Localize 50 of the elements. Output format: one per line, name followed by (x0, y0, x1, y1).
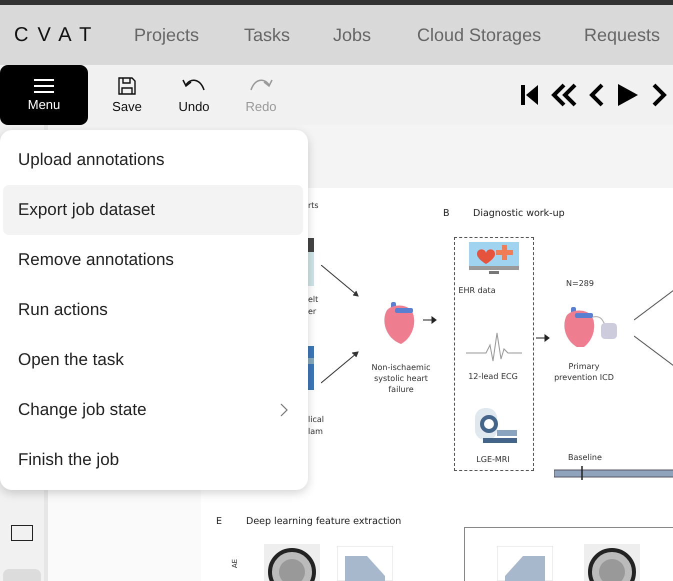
app-logo[interactable]: CVAT (14, 24, 120, 46)
figure-label: Baseline (568, 452, 602, 463)
play-icon (616, 82, 640, 108)
menu-item[interactable]: Remove annotations (3, 235, 303, 285)
menu-button[interactable]: Menu (0, 65, 88, 125)
nav-link[interactable]: Projects (134, 23, 210, 47)
undo-button[interactable]: Undo (169, 72, 219, 118)
save-icon (117, 76, 137, 96)
figure-caption: Primary prevention ICD (554, 361, 614, 383)
panel-letter: B (443, 208, 450, 219)
fast-backward-icon (550, 82, 578, 108)
menu-item[interactable]: Open the task (3, 335, 303, 385)
next-button[interactable] (650, 82, 667, 108)
fast-backward-button[interactable] (550, 82, 578, 108)
nav-link[interactable]: Cloud Storages (417, 23, 550, 47)
figure-label: EHR data (458, 285, 496, 296)
figure-text: lam (308, 426, 323, 437)
figure-label: 12-lead ECG (468, 371, 518, 382)
menu-item[interactable]: Change job state (3, 385, 303, 435)
nav-link[interactable]: Tasks (244, 23, 299, 47)
menu-icon (34, 78, 54, 94)
arrow (321, 350, 361, 384)
figure-caption: Non-ischaemic systolic heart failure (370, 362, 432, 395)
ecg-wave-icon (466, 331, 522, 363)
figure-label: N=289 (566, 278, 594, 289)
panel-title: Deep learning feature extraction (246, 516, 402, 527)
figure-text: er (308, 306, 316, 317)
figure-text: lical (308, 414, 324, 425)
figure-label: LGE-MRI (476, 454, 510, 465)
menu-item[interactable]: Finish the job (3, 435, 303, 485)
menu-item[interactable]: Run actions (3, 285, 303, 335)
nav-link[interactable]: Jobs (333, 23, 377, 47)
nav-link[interactable]: Requests (584, 23, 668, 47)
figure-text: elt (308, 294, 318, 305)
menu-item[interactable]: Upload annotations (3, 135, 303, 185)
panel-letter: E (216, 516, 222, 527)
arrow (536, 334, 550, 342)
next-icon (650, 82, 667, 108)
previous-button[interactable] (588, 82, 606, 108)
first-frame-button[interactable] (520, 82, 540, 108)
panel-title: Diagnostic work-up (473, 208, 565, 219)
arrow (423, 316, 437, 324)
first-frame-icon (520, 82, 540, 108)
monitor-icon (469, 242, 519, 275)
menu-item[interactable]: Export job dataset (3, 185, 303, 235)
play-button[interactable] (616, 82, 640, 108)
figure-text: rts (308, 200, 319, 211)
previous-icon (588, 82, 606, 108)
rectangle-tool-icon[interactable] (11, 525, 33, 541)
save-button[interactable]: Save (102, 72, 152, 118)
